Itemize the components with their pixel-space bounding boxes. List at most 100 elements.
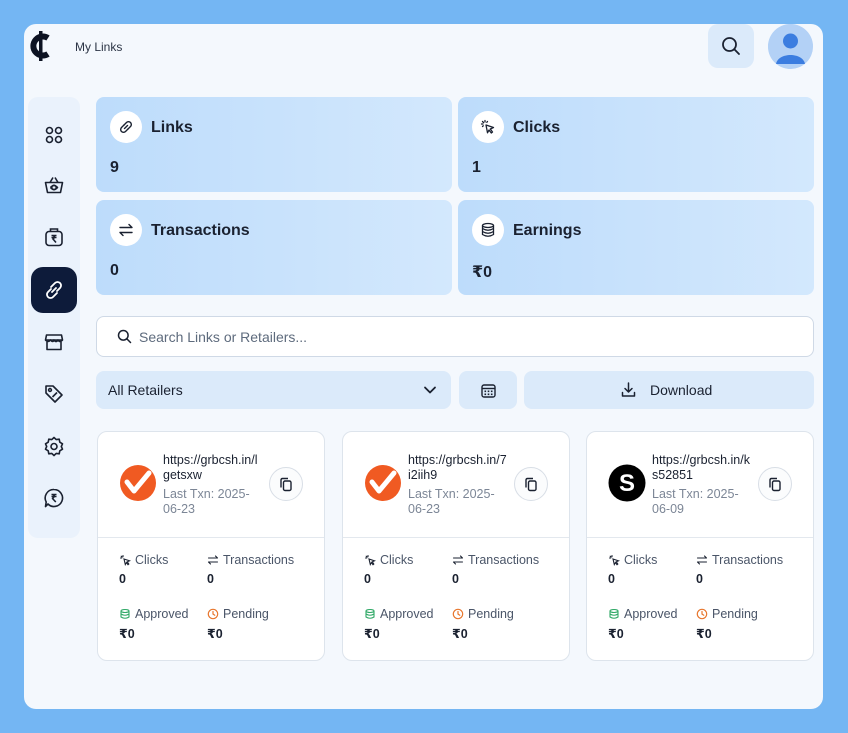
stat-label: Earnings [513,222,582,239]
divider [98,537,324,538]
cursor-click-icon [608,554,620,566]
metric-value: ₹0 [364,627,380,641]
last-transaction: Last Txn: 2025-06-23 [408,487,495,516]
metric-value: 0 [696,572,703,586]
download-button[interactable]: Download [524,371,814,409]
date-filter-button[interactable] [459,371,517,409]
link-url[interactable]: https://grbcsh.in/ks52851 [652,453,752,483]
app-logo[interactable] [28,30,54,62]
metric-label: Clicks [380,553,414,567]
copy-link-button[interactable] [269,467,303,501]
metric-value: 0 [608,572,615,586]
stat-earnings-icon-wrap [472,214,504,246]
clock-icon [452,608,464,620]
sidebar-item-wallet[interactable] [31,214,77,260]
coins-stack-icon [609,608,619,619]
calendar-icon [480,383,496,398]
stat-label: Transactions [151,222,250,239]
divider [587,537,813,538]
swap-arrows-icon [119,223,133,237]
metric-value: 0 [119,572,126,586]
copy-link-button[interactable] [758,467,792,501]
metric-pending: Pending ₹0 [696,607,758,641]
sidebar [28,97,80,538]
metric-transactions: Transactions 0 [207,553,294,586]
sidebar-item-settings[interactable] [31,423,77,469]
grid-icon [45,126,63,144]
download-label: Download [650,382,713,398]
store-icon [44,334,64,351]
search-icon [117,329,132,344]
metric-value: ₹0 [608,627,624,641]
swap-arrows-icon [207,555,219,565]
metric-label: Pending [712,607,758,621]
metric-value: 0 [452,572,459,586]
tag-icon [45,385,63,403]
orange-check-logo [120,465,156,501]
sidebar-item-links[interactable] [31,267,77,313]
stat-links-icon-wrap [110,111,142,143]
metric-clicks: Clicks 0 [608,553,657,586]
stat-clicks-icon-wrap [472,111,504,143]
metric-label: Pending [223,607,269,621]
user-avatar[interactable] [768,24,813,69]
swap-arrows-icon [696,555,708,565]
app-window: My Links Links 9 Clicks 1 Transactions 0… [24,24,823,709]
stat-card-clicks: Clicks 1 [458,97,814,192]
sidebar-item-stores[interactable] [31,319,77,365]
metric-label: Transactions [712,553,784,567]
sidebar-item-shop[interactable] [31,162,77,208]
clock-icon [207,608,219,620]
link-url[interactable]: https://grbcsh.in/lgetsxw [163,453,263,483]
metric-value: ₹0 [119,627,135,641]
metric-value: 0 [364,572,371,586]
metric-approved: Approved ₹0 [119,607,189,641]
stat-value: 9 [110,159,119,176]
sidebar-item-support[interactable] [31,475,77,521]
last-transaction: Last Txn: 2025-06-09 [652,487,739,516]
metric-approved: Approved ₹0 [364,607,434,641]
search-bar [96,316,814,357]
sidebar-item-dashboard[interactable] [31,112,77,158]
orange-check-logo [365,465,401,501]
metric-label: Clicks [624,553,658,567]
basket-icon [44,177,64,194]
settings-icon [44,436,64,457]
link-icon [46,281,62,299]
metric-value: 0 [207,572,214,586]
copy-icon [280,477,292,491]
stat-card-transactions: Transactions 0 [96,200,452,295]
retailer-select[interactable]: All Retailers [96,371,451,409]
rupee-chat-icon [44,488,64,508]
stat-transactions-icon-wrap [110,214,142,246]
metric-value: ₹0 [207,627,223,641]
link-icon [119,120,133,134]
copy-link-button[interactable] [514,467,548,501]
stat-card-links: Links 9 [96,97,452,192]
metric-label: Transactions [223,553,295,567]
search-input[interactable] [139,325,779,349]
stat-label: Links [151,119,193,136]
metric-clicks: Clicks 0 [364,553,413,586]
metric-label: Approved [380,607,434,621]
metric-label: Pending [468,607,514,621]
last-transaction: Last Txn: 2025-06-23 [163,487,250,516]
metric-label: Approved [624,607,678,621]
link-card[interactable]: S https://grbcsh.in/ks52851 Last Txn: 20… [586,431,814,661]
stat-value: ₹0 [472,264,493,281]
download-icon [621,382,636,397]
link-card[interactable]: https://grbcsh.in/7i2iih9 Last Txn: 2025… [342,431,570,661]
search-icon [722,37,740,55]
coins-stack-icon [365,608,375,619]
copy-icon [525,477,537,491]
sidebar-item-offers[interactable] [31,371,77,417]
swap-arrows-icon [452,555,464,565]
metric-approved: Approved ₹0 [608,607,678,641]
metric-label: Clicks [135,553,169,567]
link-card[interactable]: https://grbcsh.in/lgetsxw Last Txn: 2025… [97,431,325,661]
header-search-button[interactable] [708,24,754,68]
stat-label: Clicks [513,119,561,136]
link-url[interactable]: https://grbcsh.in/7i2iih9 [408,453,508,483]
cursor-click-icon [119,554,131,566]
svg-text:S: S [619,470,635,497]
